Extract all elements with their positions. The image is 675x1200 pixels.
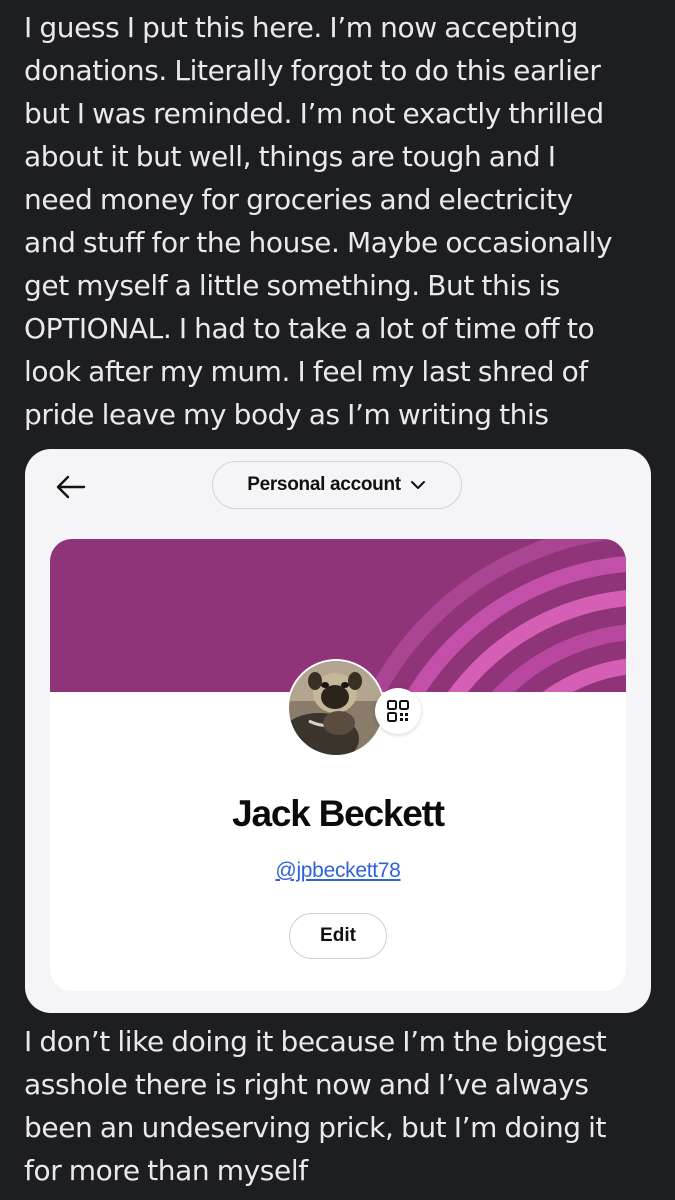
post-text-line: I guess I put this here. I’m now accepti… <box>24 11 578 44</box>
post-text-line: OPTIONAL. I had to take a lot of time of… <box>24 312 595 345</box>
post-text-top: I guess I put this here. I’m now accepti… <box>24 6 664 436</box>
post-text-line: pride leave my body as I’m writing this <box>24 398 549 431</box>
profile-name: Jack Beckett <box>232 793 445 834</box>
chevron-down-icon <box>410 481 425 489</box>
account-selector-label: Personal account <box>247 474 401 495</box>
profile-card: Jack Beckett @jpbeckett78 Edit <box>50 539 626 991</box>
post-text-line: need money for groceries and electricity <box>24 183 573 216</box>
account-selector-button[interactable]: Personal account <box>212 461 462 509</box>
arrow-left-icon[interactable] <box>53 469 89 505</box>
post-text-line: get myself a little something. But this … <box>24 269 560 302</box>
post-text-line: but I was reminded. I’m not exactly thri… <box>24 97 604 130</box>
post-text-line: and stuff for the house. Maybe occasiona… <box>24 226 613 259</box>
post-text-line: been an undeserving prick, but I’m doing… <box>24 1111 607 1144</box>
post-text-line: look after my mum. I feel my last shred … <box>24 355 588 388</box>
post-text-bottom: I don’t like doing it because I’m the bi… <box>24 1020 664 1192</box>
post-text-line: about it but well, things are tough and … <box>24 140 556 173</box>
post-text-line: for more than myself <box>24 1154 308 1187</box>
pug-avatar <box>289 661 383 755</box>
post-text-line: asshole there is right now and I’ve alwa… <box>24 1068 589 1101</box>
avatar[interactable] <box>287 659 385 757</box>
embedded-screenshot-card[interactable]: Personal account Jack Beckett @jpbeckett… <box>25 449 651 1013</box>
qr-code-icon <box>387 700 409 722</box>
qr-code-button[interactable] <box>375 688 421 734</box>
post-text-line: I don’t like doing it because I’m the bi… <box>24 1025 607 1058</box>
edit-button[interactable]: Edit <box>289 913 387 959</box>
post-text-line: donations. Literally forgot to do this e… <box>24 54 601 87</box>
profile-handle-link[interactable]: @jpbeckett78 <box>50 859 626 883</box>
